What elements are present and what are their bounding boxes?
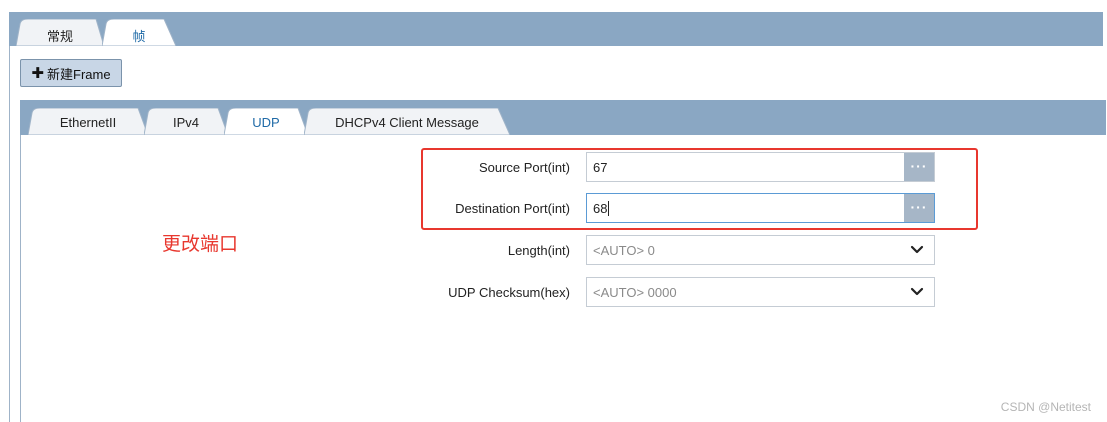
tab-frame-label: 帧 [132,29,146,44]
tab-frame[interactable]: 帧 [102,19,176,46]
annotation-text: 更改端口 [162,233,239,255]
tab-udp-label: UDP [252,115,280,130]
text-caret [608,201,610,216]
protocol-tabbar: EthernetII IPv4 UDP DHCPv4 Client Messag… [20,100,1106,135]
tab-ethernetii-label: EthernetII [59,115,117,130]
source-port-value: 67 [593,160,608,175]
outer-panel-border [9,12,10,422]
destination-port-ellipsis-button[interactable]: ··· [904,194,934,222]
udp-fields-panel [20,135,1106,422]
source-port-label: Source Port(int) [478,160,570,175]
destination-port-field[interactable]: 68 ··· [586,193,935,223]
new-frame-button[interactable]: ✚ 新建Frame [20,59,122,87]
length-select[interactable]: <AUTO> 0 [586,235,935,265]
length-value: <AUTO> 0 [593,243,655,258]
tab-dhcpv4-client-message-label: DHCPv4 Client Message [335,115,479,130]
tab-ipv4-label: IPv4 [172,115,199,130]
source-port-ellipsis-button[interactable]: ··· [904,153,934,181]
tab-general-label: 常规 [46,29,73,44]
destination-port-value: 68 [593,201,608,216]
chevron-down-icon[interactable] [910,244,924,256]
top-tabbar: 常规 帧 [9,12,1103,46]
watermark: CSDN @Netitest [1000,400,1091,414]
chevron-down-icon[interactable] [910,286,924,298]
destination-port-label: Destination Port(int) [455,201,570,216]
tab-ethernetii[interactable]: EthernetII [28,108,148,135]
length-label: Length(int) [507,243,570,258]
udp-checksum-value: <AUTO> 0000 [593,285,677,300]
tab-ipv4[interactable]: IPv4 [144,108,228,135]
tab-general[interactable]: 常规 [16,19,104,46]
udp-checksum-label: UDP Checksum(hex) [448,285,570,300]
plus-icon: ✚ [31,64,44,82]
ellipsis-icon: ··· [910,158,928,174]
ellipsis-icon: ··· [910,199,928,215]
tab-udp[interactable]: UDP [224,108,308,135]
tab-dhcpv4-client-message[interactable]: DHCPv4 Client Message [304,108,510,135]
source-port-field[interactable]: 67 ··· [586,152,935,182]
destination-port-value-wrap: 68 [593,201,610,216]
new-frame-label: 新建Frame [47,66,111,82]
udp-checksum-select[interactable]: <AUTO> 0000 [586,277,935,307]
